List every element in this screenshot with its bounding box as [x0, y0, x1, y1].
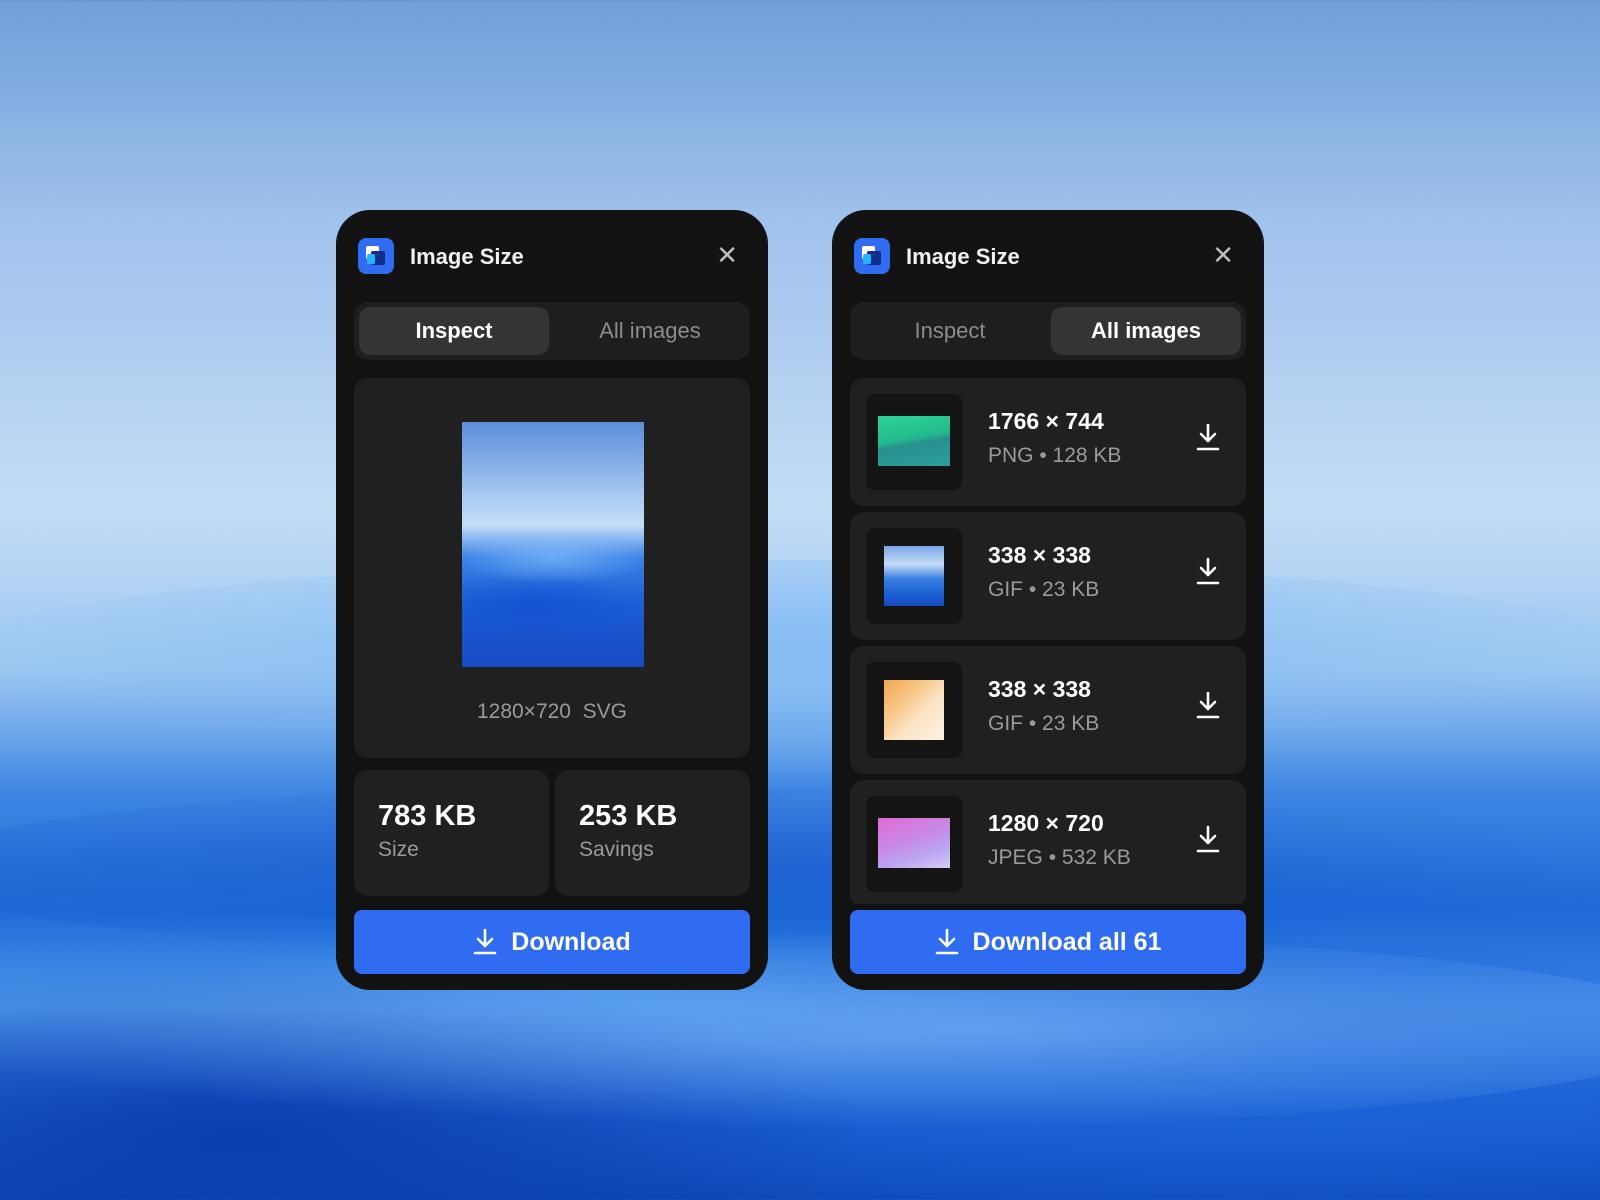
image-dimensions: 338 × 338 [988, 542, 1091, 568]
panel-title: Image Size [410, 244, 524, 269]
download-icon[interactable] [1196, 824, 1220, 854]
image-format: SVG [582, 700, 628, 723]
tab-bar: Inspect All images [354, 302, 750, 360]
panel-header: Image Size ✕ [358, 238, 746, 276]
tab-inspect[interactable]: Inspect [855, 307, 1045, 355]
savings-stat: 253 KB Savings [555, 770, 750, 896]
download-label: Download [511, 927, 631, 956]
list-item[interactable]: 1766 × 744 PNG • 128 KB [850, 378, 1246, 506]
tab-inspect[interactable]: Inspect [359, 307, 549, 355]
thumbnail [866, 528, 962, 624]
download-icon [473, 928, 497, 955]
image-info: JPEG • 532 KB [988, 846, 1131, 869]
inspect-panel: Image Size ✕ Inspect All images 1280×720… [336, 210, 768, 990]
preview-image [462, 422, 644, 667]
list-item[interactable]: 338 × 338 GIF • 23 KB [850, 646, 1246, 774]
download-all-label: Download all 61 [972, 927, 1162, 956]
thumbnail [866, 394, 962, 490]
image-dimensions: 338 × 338 [988, 676, 1091, 702]
image-info: PNG • 128 KB [988, 444, 1122, 467]
stat-label: Size [378, 838, 419, 861]
download-button[interactable]: Download [354, 910, 750, 974]
download-icon[interactable] [1196, 422, 1220, 452]
panel-header: Image Size ✕ [854, 238, 1242, 276]
close-icon[interactable]: ✕ [1212, 240, 1234, 270]
image-list[interactable]: 1766 × 744 PNG • 128 KB 338 × 338 GIF • … [850, 378, 1246, 904]
tab-all-images[interactable]: All images [555, 307, 745, 355]
all-images-panel: Image Size ✕ Inspect All images 1766 × 7… [832, 210, 1264, 990]
download-all-button[interactable]: Download all 61 [850, 910, 1246, 974]
tab-all-images[interactable]: All images [1051, 307, 1241, 355]
image-dimensions: 1280 × 720 [988, 810, 1104, 836]
download-icon [935, 928, 958, 955]
download-icon[interactable] [1196, 556, 1220, 586]
image-meta: 1280×720 SVG [354, 700, 750, 724]
app-logo-icon [854, 238, 890, 274]
list-item[interactable]: 1280 × 720 JPEG • 532 KB [850, 780, 1246, 904]
stat-value: 253 KB [579, 800, 678, 832]
image-preview-card: 1280×720 SVG [354, 378, 750, 758]
tab-bar: Inspect All images [850, 302, 1246, 360]
size-stat: 783 KB Size [354, 770, 549, 896]
panel-title: Image Size [906, 244, 1020, 269]
download-icon[interactable] [1196, 690, 1220, 720]
stat-label: Savings [579, 838, 654, 861]
list-item[interactable]: 338 × 338 GIF • 23 KB [850, 512, 1246, 640]
thumbnail [866, 662, 962, 758]
close-icon[interactable]: ✕ [716, 240, 738, 270]
thumbnail [866, 796, 962, 892]
image-dimensions: 1280×720 [476, 700, 571, 723]
image-info: GIF • 23 KB [988, 578, 1100, 601]
stat-value: 783 KB [378, 800, 477, 832]
image-info: GIF • 23 KB [988, 712, 1100, 735]
app-logo-icon [358, 238, 394, 274]
image-dimensions: 1766 × 744 [988, 408, 1104, 434]
